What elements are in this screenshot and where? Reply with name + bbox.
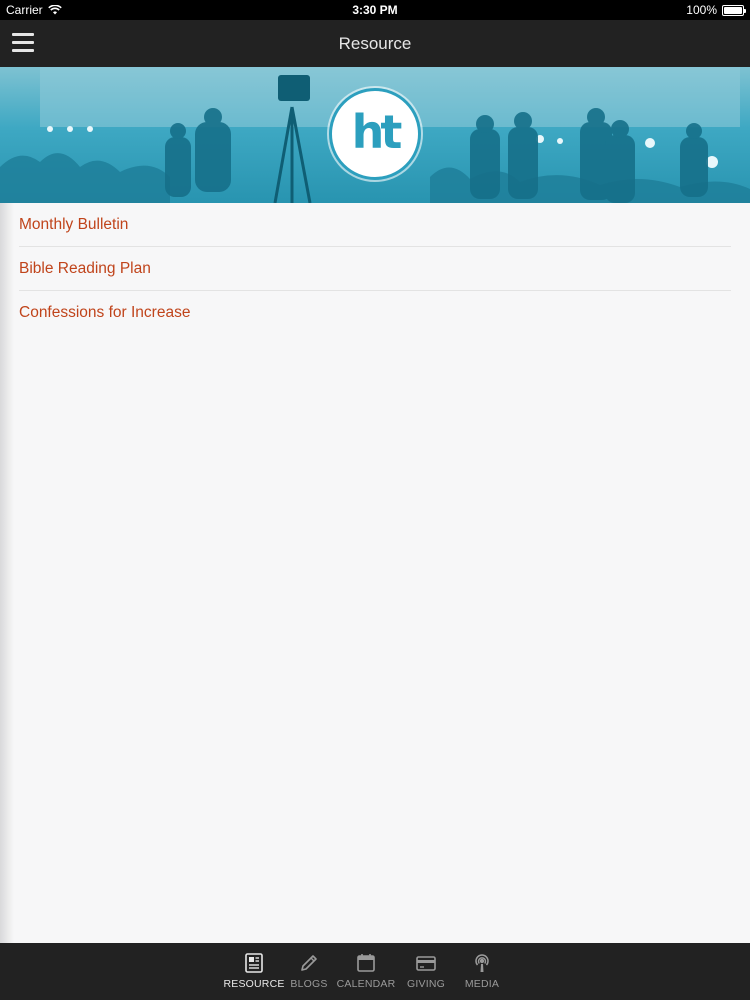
tab-label: MEDIA bbox=[464, 978, 500, 990]
tab-blogs[interactable]: BLOGS bbox=[284, 943, 334, 1000]
bottom-tab-bar: RESOURCE BLOGS CALENDAR GIVING MEDIA bbox=[0, 943, 750, 1000]
tab-resource[interactable]: RESOURCE bbox=[223, 943, 285, 1000]
list-item-monthly-bulletin[interactable]: Monthly Bulletin bbox=[19, 203, 731, 247]
church-logo: ht bbox=[329, 88, 421, 180]
calendar-icon bbox=[357, 954, 375, 972]
tab-giving[interactable]: GIVING bbox=[398, 943, 454, 1000]
status-bar: Carrier 3:30 PM 100% bbox=[0, 0, 750, 20]
list-item-confessions-for-increase[interactable]: Confessions for Increase bbox=[19, 291, 731, 335]
battery-icon bbox=[722, 4, 746, 16]
pencil-icon bbox=[301, 955, 317, 971]
resource-list: Monthly Bulletin Bible Reading Plan Conf… bbox=[0, 203, 750, 335]
document-icon bbox=[245, 953, 263, 973]
battery-percent: 100% bbox=[686, 3, 717, 17]
tab-label: GIVING bbox=[407, 978, 445, 990]
logo-text: ht bbox=[351, 105, 403, 159]
resource-content: Monthly Bulletin Bible Reading Plan Conf… bbox=[0, 203, 750, 943]
header-banner-image: ht bbox=[0, 67, 750, 203]
podcast-icon bbox=[475, 954, 489, 972]
tab-label: CALENDAR bbox=[336, 978, 396, 990]
list-item-bible-reading-plan[interactable]: Bible Reading Plan bbox=[19, 247, 731, 291]
status-time: 3:30 PM bbox=[352, 3, 398, 17]
tab-label: RESOURCE bbox=[223, 978, 285, 990]
navigation-bar: Resource bbox=[0, 20, 750, 67]
tab-calendar[interactable]: CALENDAR bbox=[334, 943, 398, 1000]
credit-card-icon bbox=[416, 956, 436, 971]
battery-fill bbox=[724, 6, 742, 14]
battery-group: 100% bbox=[686, 3, 746, 17]
tab-media[interactable]: MEDIA bbox=[454, 943, 510, 1000]
tab-label: BLOGS bbox=[290, 978, 328, 990]
page-title: Resource bbox=[338, 34, 412, 53]
